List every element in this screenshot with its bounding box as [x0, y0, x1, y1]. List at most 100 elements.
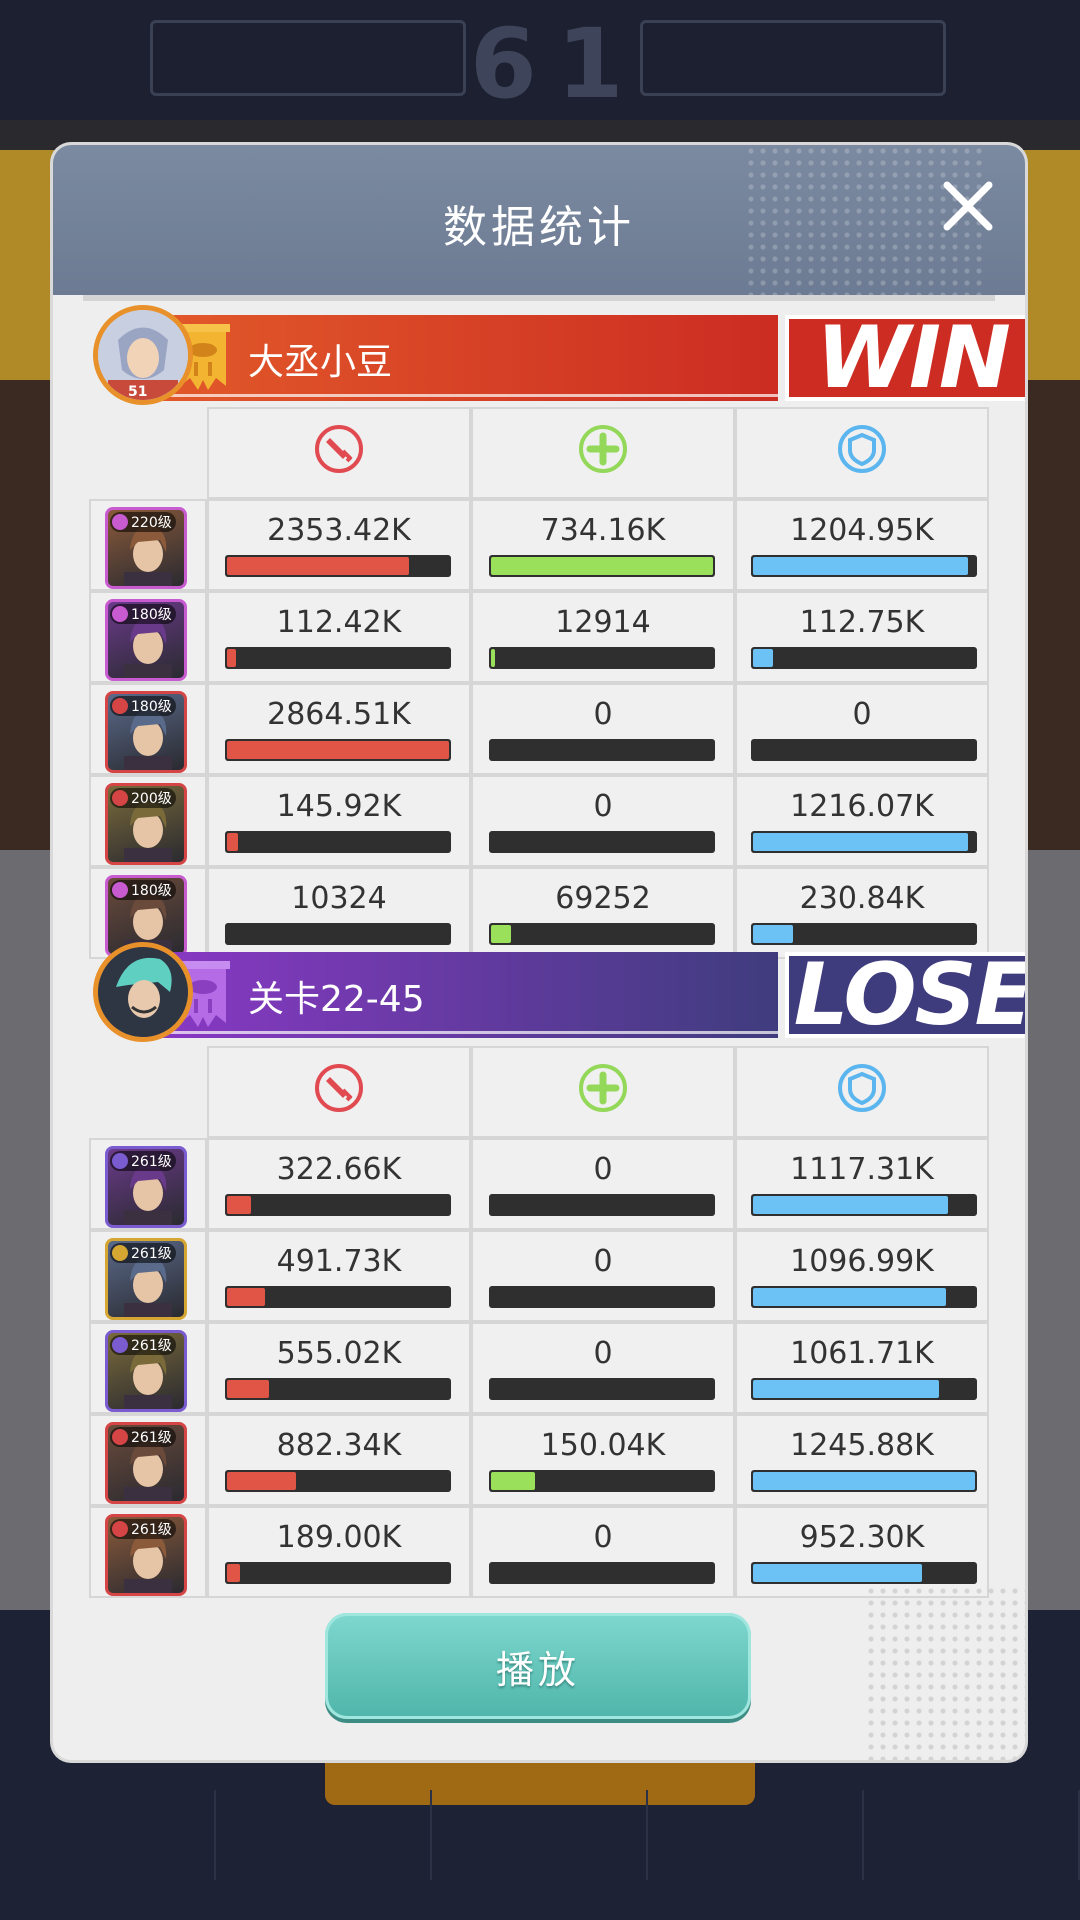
damage-bar — [225, 1378, 451, 1400]
damage-cell: 322.66K — [207, 1138, 471, 1230]
hero-level-badge: 261级 — [110, 1427, 176, 1447]
hero-level: 180级 — [131, 607, 172, 623]
rank-icon — [112, 606, 128, 622]
heal-value: 150.04K — [540, 1428, 666, 1463]
hero-level: 261级 — [131, 1522, 172, 1538]
damage-bar — [225, 1470, 451, 1492]
shield-value: 1061.71K — [790, 1336, 934, 1371]
team-banner-win: 大丞小豆 WIN 51 — [93, 305, 1025, 405]
damage-bar — [225, 739, 451, 761]
shield-bar-fill — [753, 1288, 946, 1306]
result-label: WIN — [785, 315, 1025, 401]
team-name: 关卡22-45 — [248, 979, 425, 1020]
hero-portrait[interactable]: 200级 — [105, 783, 187, 865]
rank-icon — [112, 1337, 128, 1353]
heal-value: 0 — [593, 697, 613, 732]
damage-cell: 2353.42K — [207, 499, 471, 591]
player-avatar: 51 — [93, 305, 193, 405]
damage-bar — [225, 647, 451, 669]
damage-bar — [225, 831, 451, 853]
hero-cell: 261级 — [89, 1230, 207, 1322]
hero-level: 180级 — [131, 699, 172, 715]
damage-value: 882.34K — [276, 1428, 402, 1463]
shield-value: 1204.95K — [790, 513, 934, 548]
damage-bar-fill — [227, 741, 449, 759]
hero-portrait[interactable]: 261级 — [105, 1422, 187, 1504]
hero-portrait[interactable]: 261级 — [105, 1146, 187, 1228]
hero-cell: 180级 — [89, 683, 207, 775]
hero-portrait[interactable]: 261级 — [105, 1238, 187, 1320]
hero-level-badge: 200级 — [110, 788, 176, 808]
stat-icon-row — [89, 407, 989, 499]
damage-bar-fill — [227, 1196, 251, 1214]
shield-value: 1216.07K — [790, 789, 934, 824]
hero-level-badge: 180级 — [110, 880, 176, 900]
heal-value: 0 — [593, 1244, 613, 1279]
hero-cell: 261级 — [89, 1322, 207, 1414]
damage-bar — [225, 1286, 451, 1308]
shield-value: 1096.99K — [790, 1244, 934, 1279]
hero-portrait[interactable]: 261级 — [105, 1514, 187, 1596]
heal-cell: 0 — [471, 1230, 735, 1322]
shield-value: 1117.31K — [790, 1152, 934, 1187]
shield-cell: 1061.71K — [735, 1322, 989, 1414]
shield-value: 230.84K — [799, 881, 925, 916]
hero-level-badge: 261级 — [110, 1519, 176, 1539]
close-icon — [943, 181, 993, 231]
damage-value: 322.66K — [276, 1152, 402, 1187]
shield-bar-fill — [753, 833, 968, 851]
hero-level-badge: 261级 — [110, 1151, 176, 1171]
hero-row: 220级 2353.42K 734.16K 1204.95K — [89, 499, 989, 591]
hero-portrait[interactable]: 180级 — [105, 691, 187, 773]
shield-bar — [751, 1378, 977, 1400]
heal-bar — [489, 1378, 715, 1400]
play-button[interactable]: 播放 — [325, 1613, 751, 1719]
damage-bar — [225, 1194, 451, 1216]
heal-bar-fill — [491, 649, 495, 667]
hero-cell: 220级 — [89, 499, 207, 591]
hero-level: 180级 — [131, 883, 172, 899]
heal-bar — [489, 1194, 715, 1216]
hero-row: 261级 491.73K 0 1096.99K — [89, 1230, 989, 1322]
heal-cell: 0 — [471, 1506, 735, 1598]
hero-row: 261级 189.00K 0 952.30K — [89, 1506, 989, 1598]
hero-portrait[interactable]: 180级 — [105, 599, 187, 681]
heal-cell: 12914 — [471, 591, 735, 683]
shield-value: 952.30K — [799, 1520, 925, 1555]
hero-row: 200级 145.92K 0 1216.07K — [89, 775, 989, 867]
hero-level-badge: 220级 — [110, 512, 176, 532]
shield-cell: 1216.07K — [735, 775, 989, 867]
heal-value: 734.16K — [540, 513, 666, 548]
rank-icon — [112, 698, 128, 714]
damage-bar-fill — [227, 1472, 296, 1490]
hero-row: 180级 2864.51K 0 0 — [89, 683, 989, 775]
heal-bar — [489, 923, 715, 945]
heal-bar — [489, 647, 715, 669]
background-score: 61 — [470, 8, 644, 120]
play-button-label: 播放 — [495, 1647, 580, 1692]
damage-value: 491.73K — [276, 1244, 402, 1279]
damage-value: 145.92K — [276, 789, 402, 824]
hero-portrait[interactable]: 220级 — [105, 507, 187, 589]
rank-icon — [112, 1245, 128, 1261]
damage-bar-fill — [227, 1380, 269, 1398]
heal-cell: 150.04K — [471, 1414, 735, 1506]
shield-cell: 112.75K — [735, 591, 989, 683]
damage-bar-fill — [227, 833, 238, 851]
rank-icon — [112, 790, 128, 806]
damage-bar — [225, 923, 451, 945]
hero-row: 180级 10324 69252 230.84K — [89, 867, 989, 959]
hero-level-badge: 180级 — [110, 696, 176, 716]
close-button[interactable] — [933, 171, 1003, 241]
team-banner-lose: 关卡22-45 LOSE — [93, 942, 1025, 1042]
heal-value: 69252 — [555, 881, 651, 916]
shield-value: 0 — [852, 697, 872, 732]
heal-bar — [489, 1562, 715, 1584]
damage-cell: 10324 — [207, 867, 471, 959]
shield-cell: 1245.88K — [735, 1414, 989, 1506]
shield-bar — [751, 739, 977, 761]
hero-portrait[interactable]: 261级 — [105, 1330, 187, 1412]
shield-bar — [751, 1286, 977, 1308]
damage-bar — [225, 555, 451, 577]
hero-cell: 261级 — [89, 1138, 207, 1230]
